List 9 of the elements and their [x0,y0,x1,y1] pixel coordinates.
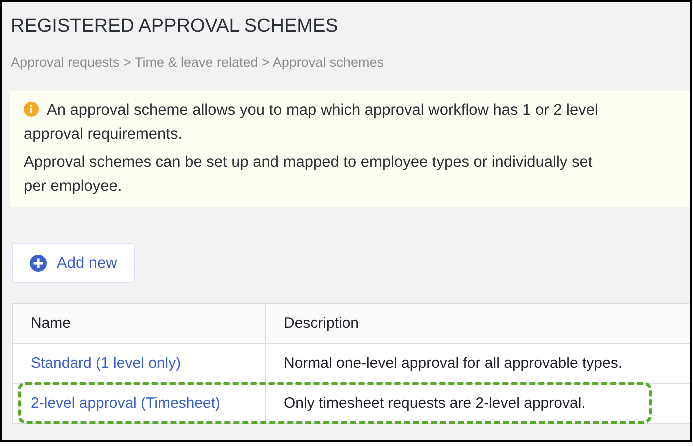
column-header: Description [266,304,690,344]
info-text: An approval scheme allows you to map which approval workflow has 1 or 2 level approval requirements. [24,101,599,146]
column-header: Name [12,304,266,344]
info-icon [24,102,39,118]
plus-circle-icon [30,254,47,272]
add-new-button[interactable]: Add new [12,243,136,284]
breadcrumb: Approval requests > Time & leave related > Approval schemes [11,54,384,72]
info-text: Approval schemes can be set up and mapped to employee types or individually set per employee. [24,153,594,198]
page-title: REGISTERED APPROVAL SCHEMES [11,15,338,39]
